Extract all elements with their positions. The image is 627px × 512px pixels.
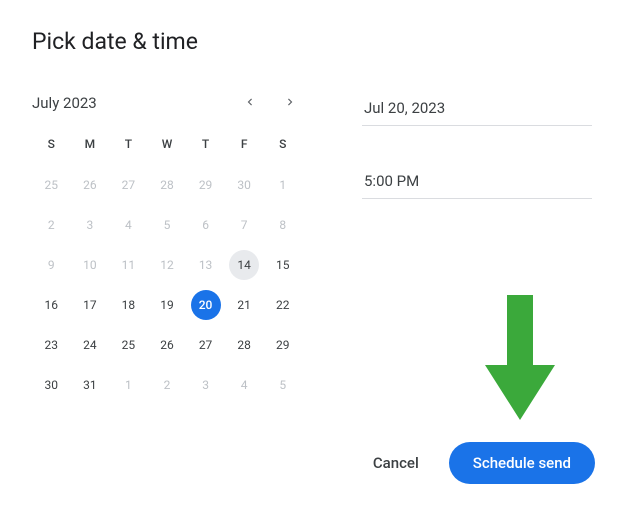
calendar-day[interactable]: 28 [148,167,187,203]
chevron-left-icon [243,94,257,113]
calendar-day[interactable]: 25 [32,167,71,203]
dialog-title: Pick date & time [32,28,595,55]
calendar-dow: S [32,129,71,163]
calendar-day[interactable]: 5 [148,207,187,243]
calendar-day[interactable]: 8 [263,207,302,243]
calendar-day[interactable]: 13 [186,247,225,283]
calendar-day[interactable]: 21 [225,287,264,323]
calendar-dow: W [148,129,187,163]
calendar-day[interactable]: 26 [71,167,110,203]
calendar-day[interactable]: 29 [263,327,302,363]
calendar-day[interactable]: 9 [32,247,71,283]
calendar-day[interactable]: 18 [109,287,148,323]
dialog-actions: Cancel Schedule send [359,442,595,484]
calendar-day[interactable]: 4 [109,207,148,243]
calendar-day[interactable]: 29 [186,167,225,203]
calendar-day[interactable]: 24 [71,327,110,363]
calendar-day[interactable]: 7 [225,207,264,243]
cancel-button[interactable]: Cancel [359,444,433,482]
calendar-day[interactable]: 27 [186,327,225,363]
calendar-day[interactable]: 12 [148,247,187,283]
next-month-button[interactable] [278,91,302,115]
calendar-day[interactable]: 28 [225,327,264,363]
calendar-day[interactable]: 26 [148,327,187,363]
calendar-day[interactable]: 27 [109,167,148,203]
calendar-day[interactable]: 16 [32,287,71,323]
dialog-content: July 2023 SMTWTFS25262728293012345678910… [32,91,595,403]
calendar-day[interactable]: 22 [263,287,302,323]
datetime-fields [362,91,595,403]
calendar-day[interactable]: 3 [186,367,225,403]
date-input[interactable] [362,93,592,126]
calendar-grid: SMTWTFS252627282930123456789101112131415… [32,129,302,403]
calendar-dow: M [71,129,110,163]
calendar-day[interactable]: 14 [225,247,264,283]
calendar-day[interactable]: 19 [148,287,187,323]
calendar-day[interactable]: 10 [71,247,110,283]
calendar-day[interactable]: 25 [109,327,148,363]
calendar-day[interactable]: 4 [225,367,264,403]
calendar-day[interactable]: 15 [263,247,302,283]
calendar-dow: T [109,129,148,163]
calendar-day[interactable]: 17 [71,287,110,323]
calendar-day[interactable]: 5 [263,367,302,403]
chevron-right-icon [283,94,297,113]
calendar-nav [238,91,302,115]
calendar-dow: S [263,129,302,163]
calendar-day[interactable]: 11 [109,247,148,283]
time-input[interactable] [362,166,592,199]
prev-month-button[interactable] [238,91,262,115]
calendar-day[interactable]: 3 [71,207,110,243]
calendar-day[interactable]: 23 [32,327,71,363]
calendar: July 2023 SMTWTFS25262728293012345678910… [32,91,302,403]
calendar-day[interactable]: 30 [225,167,264,203]
calendar-day[interactable]: 30 [32,367,71,403]
calendar-month-label: July 2023 [32,94,97,112]
calendar-day[interactable]: 20 [186,287,225,323]
calendar-day[interactable]: 1 [109,367,148,403]
calendar-day[interactable]: 2 [148,367,187,403]
calendar-day[interactable]: 1 [263,167,302,203]
calendar-day[interactable]: 31 [71,367,110,403]
calendar-day[interactable]: 2 [32,207,71,243]
calendar-header: July 2023 [32,91,302,115]
schedule-send-button[interactable]: Schedule send [449,442,595,484]
calendar-day[interactable]: 6 [186,207,225,243]
calendar-dow: F [225,129,264,163]
calendar-dow: T [186,129,225,163]
